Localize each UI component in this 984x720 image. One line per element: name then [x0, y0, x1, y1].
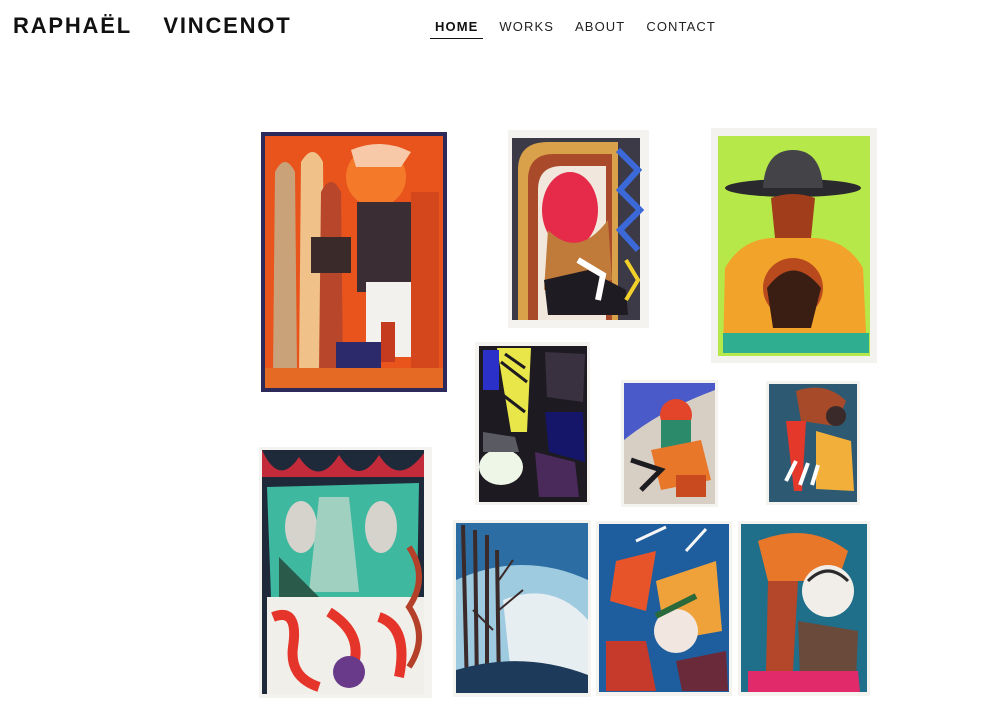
artwork-9[interactable] — [596, 521, 732, 696]
artwork-3[interactable] — [711, 128, 877, 363]
artwork-6[interactable] — [766, 381, 860, 505]
artwork-1-image — [261, 132, 447, 392]
artwork-7[interactable] — [259, 447, 432, 698]
artwork-3-image — [711, 128, 877, 363]
artwork-4-image — [475, 342, 590, 505]
artwork-1[interactable] — [261, 132, 447, 392]
artwork-6-image — [766, 381, 860, 505]
artwork-2[interactable] — [508, 130, 649, 328]
artwork-2-image — [508, 130, 649, 328]
artwork-4[interactable] — [475, 342, 590, 505]
artwork-8-image — [453, 520, 591, 697]
artwork-10[interactable] — [738, 521, 870, 696]
artwork-7-image — [259, 447, 432, 698]
artwork-10-image — [738, 521, 870, 696]
artwork-gallery — [0, 0, 984, 720]
artwork-8[interactable] — [453, 520, 591, 697]
artwork-9-image — [596, 521, 732, 696]
artwork-5[interactable] — [621, 380, 718, 507]
artwork-5-image — [621, 380, 718, 507]
